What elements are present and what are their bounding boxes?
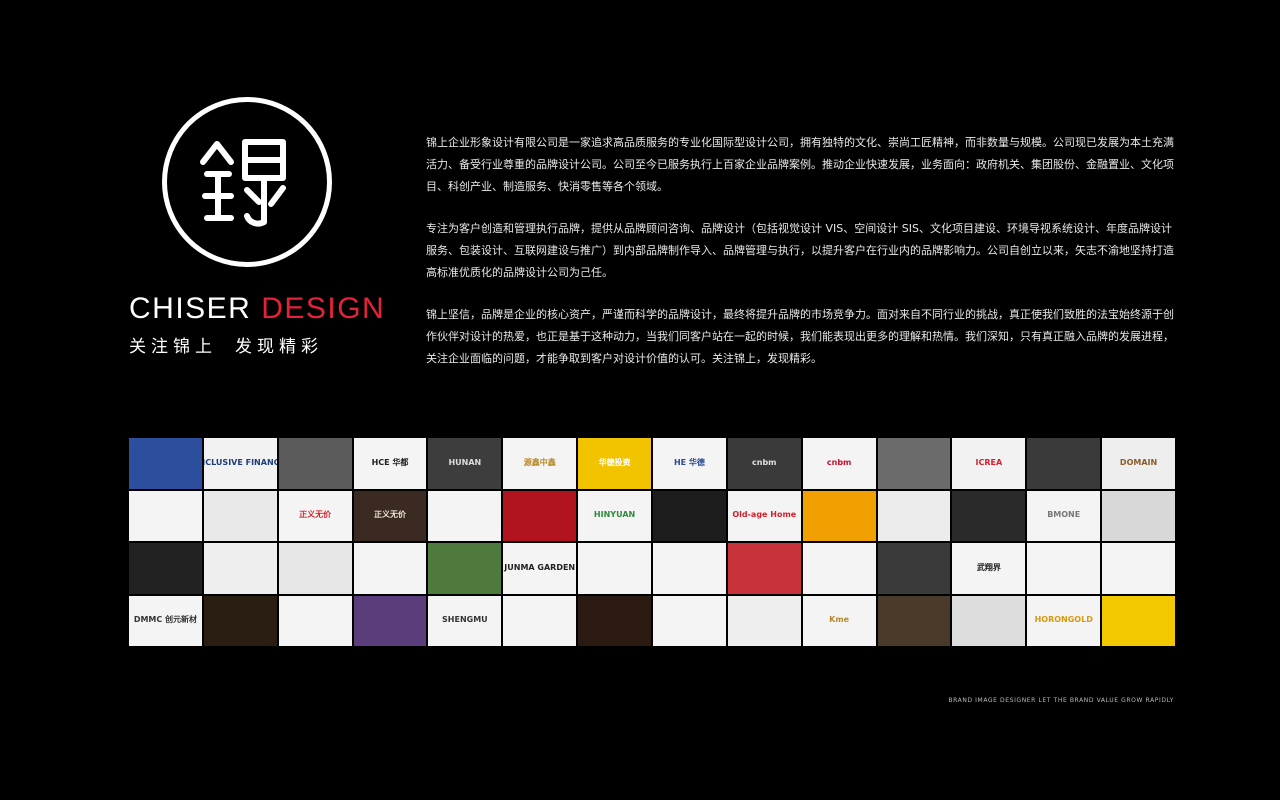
portfolio-tile[interactable] xyxy=(578,595,651,646)
portfolio-tile[interactable] xyxy=(952,490,1026,541)
footer-tagline: BRAND IMAGE DESIGNER LET THE BRAND VALUE… xyxy=(948,697,1174,704)
portfolio-tile[interactable] xyxy=(129,543,202,594)
portfolio-tile-label: DOMAIN xyxy=(1119,457,1158,467)
brand-slogan: 关注锦上 发现精彩 xyxy=(129,332,323,357)
company-introduction: 锦上企业形象设计有限公司是一家追求高品质服务的专业化国际型设计公司，拥有独特的文… xyxy=(426,132,1178,390)
portfolio-tile[interactable] xyxy=(278,438,352,489)
portfolio-tile[interactable]: Kme xyxy=(802,595,876,646)
portfolio-tile-label: SHENGMU xyxy=(442,615,488,625)
portfolio-tile[interactable] xyxy=(877,490,951,541)
portfolio-tile-label: cnbm xyxy=(752,457,777,467)
portfolio-grid: INCLUSIVE FINANCE HCE 华都 HUNAN 源鑫中鑫 华德投资 HE 华… xyxy=(129,438,1175,648)
portfolio-tile-label: 武翔界 xyxy=(976,562,1001,572)
portfolio-tile[interactable] xyxy=(652,490,726,541)
portfolio-tile-label: Kme xyxy=(829,615,850,625)
portfolio-tile[interactable]: DOMAIN xyxy=(1102,438,1175,489)
portfolio-tile[interactable] xyxy=(203,543,277,594)
portfolio-tile[interactable]: HUNAN xyxy=(428,438,502,489)
portfolio-tile[interactable]: HINYUAN xyxy=(578,490,651,541)
jin-character-seal-icon xyxy=(200,139,286,227)
portfolio-tile-label: Old-age Home xyxy=(732,510,797,520)
portfolio-tile[interactable]: JUNMA GARDEN xyxy=(503,543,577,594)
portfolio-tile[interactable] xyxy=(428,543,502,594)
portfolio-tile[interactable]: BMONE xyxy=(1027,490,1101,541)
portfolio-tile[interactable]: HCE 华都 xyxy=(353,438,427,489)
portfolio-tile[interactable] xyxy=(1027,543,1101,594)
brand-word-design: DESIGN xyxy=(261,292,386,325)
slogan-part-1: 关注锦上 xyxy=(129,337,217,357)
portfolio-tile[interactable] xyxy=(877,438,951,489)
portfolio-tile[interactable]: cnbm xyxy=(802,438,876,489)
intro-paragraph-3: 锦上坚信，品牌是企业的核心资产，严谨而科学的品牌设计，最终将提升品牌的市场竞争力… xyxy=(426,308,1174,365)
portfolio-tile-label: cnbm xyxy=(826,457,852,467)
portfolio-tile[interactable]: 正义无价 xyxy=(353,490,427,541)
portfolio-tile[interactable] xyxy=(503,490,577,541)
portfolio-tile[interactable]: DMMC 创元新材 xyxy=(129,595,202,646)
portfolio-tile-label: ICREA xyxy=(975,457,1003,467)
portfolio-tile[interactable] xyxy=(1102,595,1175,646)
portfolio-tile[interactable]: Old-age Home xyxy=(727,490,801,541)
portfolio-tile[interactable] xyxy=(203,595,277,646)
brand-word-chiser: CHISER xyxy=(129,292,252,325)
portfolio-tile[interactable] xyxy=(129,490,202,541)
intro-paragraph-2: 专注为客户创造和管理执行品牌，提供从品牌顾问咨询、品牌设计（包括视觉设计 VIS… xyxy=(426,222,1174,279)
portfolio-tile[interactable] xyxy=(503,595,577,646)
portfolio-tile[interactable]: 源鑫中鑫 xyxy=(503,438,577,489)
brand-logo xyxy=(162,97,332,267)
portfolio-tile[interactable] xyxy=(353,595,427,646)
portfolio-tile-label: DMMC 创元新材 xyxy=(133,615,198,625)
portfolio-tile-label: INCLUSIVE FINANCE xyxy=(204,457,277,467)
portfolio-tile[interactable]: 正义无价 xyxy=(278,490,352,541)
portfolio-tile[interactable]: cnbm xyxy=(727,438,801,489)
portfolio-tile[interactable]: HORONGOLD xyxy=(1027,595,1101,646)
portfolio-tile[interactable] xyxy=(802,490,876,541)
portfolio-tile[interactable]: ICREA xyxy=(952,438,1026,489)
portfolio-tile[interactable] xyxy=(1027,438,1101,489)
portfolio-tile[interactable] xyxy=(727,543,801,594)
portfolio-tile[interactable]: INCLUSIVE FINANCE xyxy=(203,438,277,489)
portfolio-tile[interactable] xyxy=(952,595,1026,646)
portfolio-tile-label: HINYUAN xyxy=(593,510,636,520)
portfolio-tile[interactable] xyxy=(1102,490,1175,541)
portfolio-tile-label: HE 华德 xyxy=(673,457,705,467)
portfolio-tile[interactable] xyxy=(578,543,651,594)
portfolio-tile[interactable] xyxy=(877,595,951,646)
portfolio-tile[interactable]: SHENGMU xyxy=(428,595,502,646)
portfolio-tile[interactable]: 华德投资 xyxy=(578,438,651,489)
portfolio-tile-label: BMONE xyxy=(1047,510,1081,520)
portfolio-tile[interactable]: HE 华德 xyxy=(652,438,726,489)
portfolio-tile[interactable] xyxy=(278,595,352,646)
portfolio-tile-label: 正义无价 xyxy=(299,510,332,520)
portfolio-tile[interactable] xyxy=(652,595,726,646)
portfolio-tile[interactable] xyxy=(203,490,277,541)
portfolio-tile[interactable] xyxy=(129,438,202,489)
portfolio-tile[interactable] xyxy=(652,543,726,594)
intro-paragraph-1: 锦上企业形象设计有限公司是一家追求高品质服务的专业化国际型设计公司，拥有独特的文… xyxy=(426,136,1174,193)
portfolio-tile-label: JUNMA GARDEN xyxy=(504,562,576,572)
brand-name: CHISER DESIGN xyxy=(129,293,385,325)
portfolio-tile[interactable] xyxy=(1102,543,1175,594)
portfolio-tile[interactable] xyxy=(802,543,876,594)
portfolio-tile-label: 华德投资 xyxy=(598,457,631,467)
portfolio-tile[interactable] xyxy=(353,543,427,594)
portfolio-tile-label: 正义无价 xyxy=(373,510,406,520)
portfolio-tile-label: 源鑫中鑫 xyxy=(523,457,556,467)
portfolio-tile[interactable] xyxy=(428,490,502,541)
portfolio-tile-label: HCE 华都 xyxy=(371,457,409,467)
portfolio-tile[interactable] xyxy=(877,543,951,594)
portfolio-tile-label: HUNAN xyxy=(448,457,482,467)
portfolio-tile-label: HORONGOLD xyxy=(1034,615,1093,625)
portfolio-tile[interactable] xyxy=(727,595,801,646)
portfolio-tile[interactable] xyxy=(278,543,352,594)
portfolio-tile[interactable]: 武翔界 xyxy=(952,543,1026,594)
slogan-part-2: 发现精彩 xyxy=(235,337,323,357)
